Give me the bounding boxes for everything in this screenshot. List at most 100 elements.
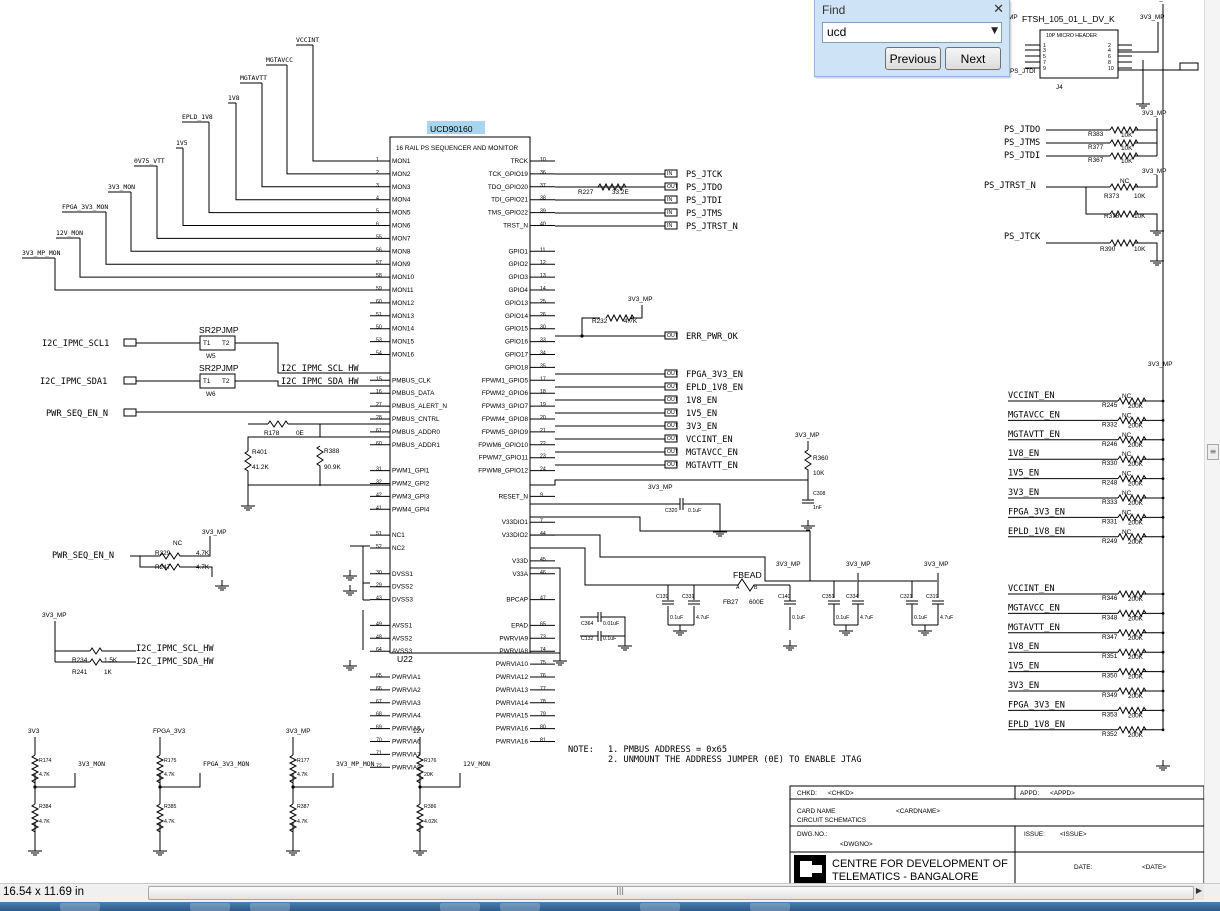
ic-pin-number: 74 — [540, 647, 546, 653]
ic-pin-number: 40 — [540, 222, 546, 228]
ic-pin-tck_gpio19: TCK_GPIO19 — [489, 171, 529, 178]
ic-pin-number: 49 — [376, 621, 382, 627]
ic-pin-number: 44 — [540, 531, 546, 537]
page-size-readout: 16.54 x 11.69 in — [3, 886, 84, 898]
cap-c132-ref: C132 — [581, 636, 594, 642]
div-top-2: 3V3_MP — [286, 728, 311, 735]
jtag-header: FTSH_105_01_L_DV_K 10P MICRO HEADER J4 M… — [1008, 14, 1199, 98]
ic-pin-number: 21 — [540, 428, 546, 434]
find-query[interactable]: ucd — [827, 25, 846, 39]
ic-pin-number: 37 — [540, 183, 546, 189]
v33-pull: 3V3_MP — [648, 484, 673, 491]
en-res-val: 200K — [1128, 422, 1144, 429]
svg-text:OUT: OUT — [667, 333, 679, 339]
ic-pin-number: 1 — [376, 157, 379, 163]
status-bar: 16.54 x 11.69 in ||| ▶ — [0, 883, 1220, 902]
ic-pin-number: 28 — [376, 415, 382, 421]
ic-pin-pwrvia12: PWRVIA12 — [496, 674, 529, 681]
ic-pin-tms_gpio22: TMS_GPIO22 — [488, 210, 529, 217]
ic-pin-mon14: MON14 — [392, 326, 414, 333]
ic-pin-pmbus_data: PMBUS_DATA — [392, 390, 435, 397]
taskbar-item[interactable] — [500, 903, 540, 911]
w6-t2: T2 — [222, 378, 230, 385]
en-res-net: VCCINT_EN — [1008, 584, 1055, 594]
previous-button[interactable]: Previous — [885, 47, 941, 70]
ic-pin-number: 61 — [376, 428, 382, 434]
ic-pin-number: 51 — [376, 312, 382, 318]
cap-val-0: 0.1uF — [670, 615, 683, 621]
ic-pin-pwrvia14: PWRVIA14 — [496, 700, 529, 707]
mon-rail-4: EPLD_1V8 — [182, 113, 213, 121]
find-input[interactable]: ucd ▼ — [822, 22, 1002, 43]
r234-ref: R234 — [72, 657, 88, 664]
en-res-val: 200K — [1128, 539, 1144, 546]
taskbar-item[interactable] — [250, 903, 290, 911]
div-v1-1: 4.7K — [164, 772, 175, 778]
ic-pin-fpwm6_gpio10: FPWM6_GPIO10 — [478, 442, 528, 449]
tb-dwg-v: <DWGNO> — [840, 841, 873, 848]
r247-val: 4.7K — [196, 564, 210, 571]
ic-pin-pwrvia10: PWRVIA10 — [496, 661, 529, 668]
ic-pin-pmbus_cntrl: PMBUS_CNTRL — [392, 416, 440, 423]
div-out-0: 3V3_MON — [78, 760, 105, 768]
ic-pin-reset_n: RESET_N — [499, 493, 529, 500]
ic-pin-avss2: AVSS2 — [392, 635, 413, 642]
ic-pin-number: 53 — [376, 338, 382, 344]
ic-pin-number: 71 — [376, 750, 382, 756]
schematic-canvas[interactable]: UCD90160 16 RAIL PS SEQUENCER AND MONITO… — [0, 0, 1204, 883]
scroll-right-icon[interactable]: ▶ — [1196, 886, 1202, 895]
cap-val-3: 0.1uF — [836, 615, 849, 621]
tb-card-v: <CARDNAME> — [896, 808, 940, 815]
jtag-res-ref-0: R383 — [1088, 131, 1104, 138]
horizontal-scroll-thumb[interactable] — [148, 886, 1194, 900]
ic-pin-mon13: MON13 — [392, 313, 414, 320]
en-res-val: 200K — [1128, 732, 1144, 739]
ic-pin-number: 69 — [376, 725, 382, 731]
i2c-pullup-pwr: 3V3_MP — [42, 612, 67, 619]
ic-pin-number: 60 — [376, 299, 382, 305]
ic-pin-number: 65 — [540, 621, 546, 627]
find-dialog: Find ✕ ucd ▼ Previous Next — [814, 0, 1010, 77]
jtag-res-ref-2: R367 — [1088, 157, 1104, 164]
en-res-val: 200K — [1128, 519, 1144, 526]
ic-pin-number: 57 — [376, 260, 382, 266]
tb-appd-v: <APPD> — [1050, 790, 1075, 797]
ic-pin-fpwm4_gpio8: FPWM4_GPIO8 — [482, 416, 529, 423]
ic-pin-number: 56 — [376, 247, 382, 253]
cap-c364-val: 0.01uF — [603, 621, 619, 627]
en-res-ref: R348 — [1102, 614, 1118, 621]
en-res-ref: R332 — [1102, 421, 1118, 428]
en-res-pwr: 3V3_MP — [1148, 361, 1173, 368]
ic-pin-pwrvia15: PWRVIA15 — [496, 713, 529, 720]
taskbar-item[interactable] — [440, 903, 480, 911]
right-nets: IN PS_JTCK OUT PS_JTDO IN PS_JTDI IN PS_JTMS IN P… — [555, 169, 743, 471]
jtag-net-0: PS_JTCK — [686, 170, 723, 180]
ic-left-pins: MON11MON22MON33MON44MON55MON66MON755MON8… — [370, 157, 447, 771]
ic-pin-number: 2 — [376, 170, 379, 176]
div-top-0: 3V3 — [28, 728, 40, 735]
vertical-scrollbar[interactable]: ≡ — [1204, 0, 1220, 883]
vertical-scroll-grip-icon[interactable]: ≡ — [1207, 444, 1219, 460]
ic-pin-mon1: MON1 — [392, 158, 411, 165]
horizontal-scrollbar[interactable]: ||| ▶ — [148, 885, 1204, 900]
next-button[interactable]: Next — [945, 47, 1001, 70]
en-res-net: 1V5_EN — [1008, 662, 1039, 672]
taskbar-item[interactable] — [640, 903, 680, 911]
taskbar-item[interactable] — [750, 903, 790, 911]
ic-pin-mon11: MON11 — [392, 287, 414, 294]
chevron-down-icon[interactable]: ▼ — [991, 26, 998, 36]
ic-pin-mon6: MON6 — [392, 223, 411, 230]
hdr-pin: 9 — [1043, 66, 1046, 72]
taskbar-item[interactable] — [190, 903, 230, 911]
en-net-3: 1V5_EN — [686, 409, 717, 419]
ic-pin-number: 22 — [540, 441, 546, 447]
ic-pin-tdi_gpio21: TDI_GPIO21 — [491, 197, 528, 204]
div-r2-0: R384 — [39, 804, 52, 810]
ic-pin-mon2: MON2 — [392, 171, 411, 178]
en-nc: NC — [1122, 412, 1132, 419]
close-icon[interactable]: ✕ — [993, 2, 1004, 17]
r401-val: 41.2K — [252, 464, 269, 471]
taskbar-item[interactable] — [60, 903, 100, 911]
ic-right-pins: TRCK 10 TCK_GPIO19 36 TDO_GPIO20 37 TDI_GPIO21… — [478, 157, 555, 746]
ic-pin-number: 48 — [376, 634, 382, 640]
